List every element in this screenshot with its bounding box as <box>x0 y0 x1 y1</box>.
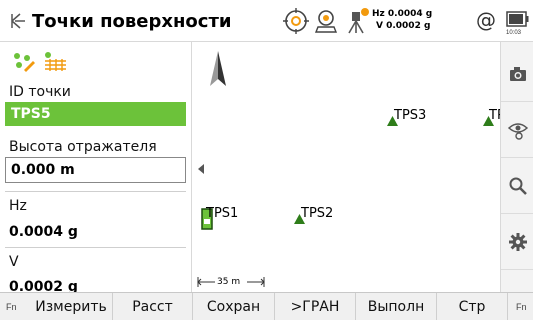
instrument-tripod-icon[interactable] <box>344 7 372 35</box>
header-hz-value: Hz 0.0004 g <box>372 9 433 19</box>
map-view[interactable]: TPS3 TPS4 TPS1 TPS2 35 m <box>193 42 500 292</box>
boundary-button[interactable]: >ГРАН <box>275 293 356 320</box>
hz-v-readout: Hz 0.0004 g V 0.0002 g <box>372 8 432 32</box>
page-title: Точки поверхности <box>32 11 232 32</box>
gear-icon <box>509 233 527 251</box>
search-button[interactable] <box>501 158 533 214</box>
camera-icon <box>510 67 526 81</box>
point-label-tps1[interactable]: TPS1 <box>206 206 238 221</box>
hz-label: Hz <box>9 198 27 214</box>
scale-label: 35 m <box>217 277 241 287</box>
back-icon[interactable] <box>6 10 28 32</box>
right-toolbar <box>500 42 533 292</box>
v-label: V <box>9 254 19 270</box>
surface-points-icon[interactable] <box>10 50 36 72</box>
point-id-field[interactable]: TPS5 <box>5 102 186 126</box>
point-id-label: ID точки <box>9 84 71 100</box>
function-key-bar: Fn Измерить Расст Сохран >ГРАН Выполн Ст… <box>0 292 533 320</box>
at-icon[interactable]: @ <box>476 8 496 32</box>
divider <box>5 247 186 248</box>
fn-left-label[interactable]: Fn <box>6 302 17 312</box>
store-button[interactable]: Сохран <box>193 293 275 320</box>
reflector-height-field[interactable]: 0.000 m <box>5 157 186 183</box>
divider <box>5 191 186 192</box>
left-panel: ID точки TPS5 Высота отражателя 0.000 m … <box>0 42 192 292</box>
battery-time: 10:03 <box>506 30 522 36</box>
search-zoom-icon <box>509 177 527 195</box>
eye-settings-icon <box>508 123 528 140</box>
fn-right-label[interactable]: Fn <box>516 302 527 312</box>
reflector-height-label: Высота отражателя <box>9 139 157 155</box>
collapse-left-icon[interactable] <box>195 162 207 176</box>
run-button[interactable]: Выполн <box>356 293 437 320</box>
v-value: 0.0002 g <box>9 279 78 292</box>
distance-button[interactable]: Расст <box>113 293 193 320</box>
hz-value: 0.0004 g <box>9 224 78 240</box>
robot-tracking-icon[interactable] <box>312 7 340 35</box>
target-prism-icon[interactable] <box>282 7 310 35</box>
visibility-settings-button[interactable] <box>501 102 533 158</box>
point-label-tps3[interactable]: TPS3 <box>394 108 426 123</box>
title-bar: Точки поверхности Hz 0.0004 g V 0.0002 g… <box>0 0 533 42</box>
settings-button[interactable] <box>501 214 533 270</box>
measure-button[interactable]: Измерить <box>30 293 113 320</box>
page-button[interactable]: Стр <box>437 293 508 320</box>
camera-button[interactable] <box>501 46 533 102</box>
header-v-value: V 0.0002 g <box>376 21 431 31</box>
grid-points-icon[interactable] <box>42 50 68 72</box>
north-arrow-icon <box>210 51 226 86</box>
point-label-tps2[interactable]: TPS2 <box>301 206 333 221</box>
point-label-tps4[interactable]: TPS4 <box>489 108 500 123</box>
